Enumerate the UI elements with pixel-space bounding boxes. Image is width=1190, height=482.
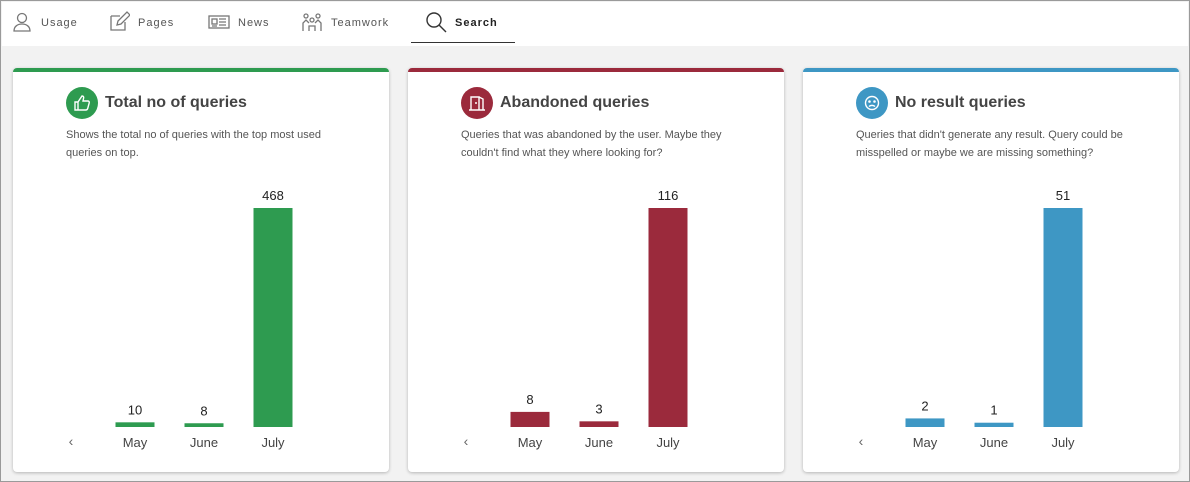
data-label: 10 (128, 402, 142, 417)
chevron-left-icon[interactable]: ‹ (460, 433, 472, 449)
bar-june[interactable] (184, 423, 224, 427)
active-tab-indicator (411, 42, 515, 43)
team-icon (301, 11, 323, 36)
tab-label: Usage (41, 17, 78, 29)
tab-label: Teamwork (331, 17, 390, 29)
tab-label: Pages (138, 17, 175, 29)
edit-icon (108, 10, 131, 36)
bar-may[interactable] (510, 411, 550, 427)
category-label: June (980, 435, 1008, 450)
card-total-queries: Total no of queries Shows the total no o… (13, 68, 389, 472)
category-label: July (1051, 435, 1075, 450)
bar-july[interactable] (1043, 208, 1083, 427)
top-nav: Usage Pages News Teamwork Search (2, 2, 1188, 46)
data-label: 3 (595, 401, 602, 416)
card-no-result-queries: No result queries Queries that didn't ge… (803, 68, 1179, 472)
tab-label: News (238, 17, 270, 29)
bar-chart: 10 May 8 June 468 July (115, 188, 293, 450)
category-label: July (261, 435, 285, 450)
bar-chart: 2 May 1 June 51 July (905, 188, 1083, 450)
data-label: 8 (200, 403, 207, 418)
category-label: May (913, 435, 938, 450)
tab-pages[interactable]: Pages (108, 2, 174, 44)
chevron-left-icon[interactable]: ‹ (65, 433, 77, 449)
card-abandoned-queries: Abandoned queries Queries that was aband… (408, 68, 784, 472)
app-frame: Usage Pages News Teamwork Search Total n… (0, 0, 1190, 482)
newspaper-icon (208, 11, 230, 36)
search-icon (425, 11, 447, 36)
category-label: June (585, 435, 613, 450)
user-icon (11, 11, 33, 36)
tab-teamwork[interactable]: Teamwork (301, 2, 389, 44)
data-label: 1 (990, 403, 997, 418)
data-label: 116 (658, 188, 679, 203)
chevron-left-icon[interactable]: ‹ (855, 433, 867, 449)
bar-chart: 8 May 3 June 116 July (510, 188, 688, 450)
bar-may[interactable] (115, 422, 155, 427)
tab-label: Search (455, 17, 498, 29)
bar-may[interactable] (905, 418, 945, 427)
data-label: 51 (1056, 188, 1070, 203)
category-label: May (518, 435, 543, 450)
category-label: June (190, 435, 218, 450)
data-label: 8 (526, 392, 533, 407)
bar-june[interactable] (974, 422, 1014, 427)
category-label: July (656, 435, 680, 450)
bar-june[interactable] (579, 421, 619, 427)
data-label: 2 (921, 398, 928, 413)
tab-usage[interactable]: Usage (11, 2, 78, 44)
tab-search[interactable]: Search (425, 2, 498, 44)
bar-july[interactable] (648, 208, 688, 427)
data-label: 468 (262, 188, 284, 203)
bar-july[interactable] (253, 208, 293, 427)
tab-news[interactable]: News (208, 2, 270, 44)
category-label: May (123, 435, 148, 450)
